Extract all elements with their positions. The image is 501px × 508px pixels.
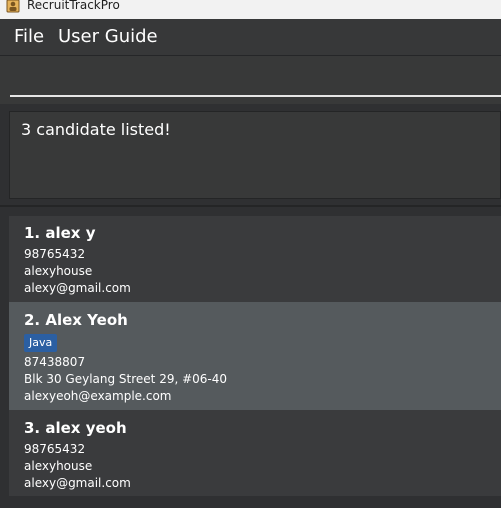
- candidate-address: Blk 30 Geylang Street 29, #06-40: [24, 372, 228, 386]
- candidate-card[interactable]: 3. alex yeoh 98765432 alexyhouse alexy@g…: [9, 410, 501, 496]
- candidate-email: alexy@gmail.com: [24, 476, 131, 490]
- command-input[interactable]: [10, 56, 501, 97]
- candidate-email: alexy@gmail.com: [24, 281, 131, 295]
- candidate-card-selected[interactable]: 2. Alex Yeoh Java 87438807 Blk 30 Geylan…: [9, 302, 501, 410]
- app-icon: [6, 0, 20, 13]
- menu-bar: File User Guide: [0, 19, 501, 56]
- result-display: 3 candidate listed!: [9, 111, 501, 199]
- candidate-name: 1. alex y: [24, 224, 96, 242]
- section-divider: [0, 205, 501, 207]
- candidate-email: alexyeoh@example.com: [24, 389, 172, 403]
- skill-tag: Java: [24, 334, 58, 352]
- menu-user-guide[interactable]: User Guide: [58, 26, 158, 48]
- app-window: RecruitTrackPro File User Guide 3 candid…: [0, 0, 501, 508]
- candidate-list[interactable]: 1. alex y 98765432 alexyhouse alexy@gmai…: [9, 216, 501, 496]
- candidate-name: 3. alex yeoh: [24, 419, 127, 437]
- menu-file[interactable]: File: [14, 26, 44, 48]
- candidate-name: 2. Alex Yeoh: [24, 311, 128, 329]
- title-bar: RecruitTrackPro: [0, 0, 501, 19]
- candidate-phone: 98765432: [24, 247, 86, 261]
- candidate-card[interactable]: 1. alex y 98765432 alexyhouse alexy@gmai…: [9, 216, 501, 302]
- candidate-address: alexyhouse: [24, 264, 93, 278]
- candidate-address: alexyhouse: [24, 459, 93, 473]
- window-title: RecruitTrackPro: [27, 0, 120, 12]
- command-box: [0, 56, 501, 104]
- candidate-phone: 98765432: [24, 442, 86, 456]
- result-message: 3 candidate listed!: [21, 120, 171, 139]
- candidate-phone: 87438807: [24, 355, 86, 369]
